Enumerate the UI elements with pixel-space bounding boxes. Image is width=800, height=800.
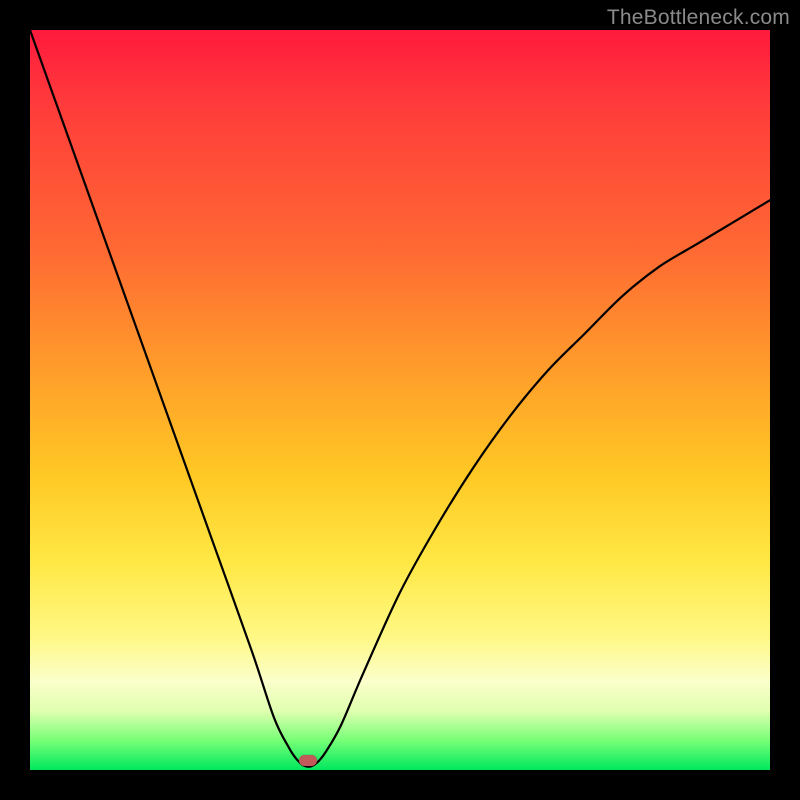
optimal-marker — [299, 755, 317, 766]
watermark-label: TheBottleneck.com — [607, 6, 790, 30]
chart-frame: TheBottleneck.com — [0, 0, 800, 800]
plot-area — [30, 30, 770, 770]
bottleneck-curve — [30, 30, 770, 770]
curve-path — [30, 30, 770, 767]
